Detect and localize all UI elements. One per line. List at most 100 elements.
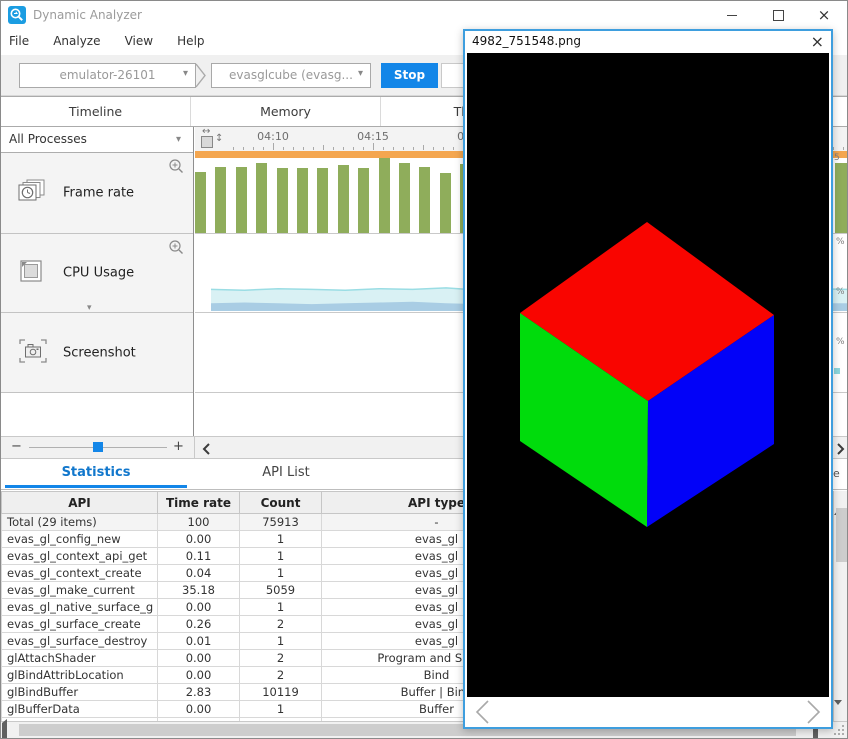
minimize-icon [727, 15, 737, 16]
table-cell: evas_gl_surface_create [2, 616, 158, 633]
chevron-down-icon: ▾ [176, 127, 181, 152]
zoom-slider-thumb[interactable] [93, 442, 103, 452]
viewer-close-button[interactable]: × [811, 31, 824, 53]
ruler-tick [263, 147, 264, 150]
application-dropdown[interactable]: evasglcube (evasg... ▾ [211, 63, 371, 88]
zoom-in-icon[interactable] [168, 239, 185, 260]
table-cell: 75913 [240, 514, 322, 531]
zoom-in-button[interactable]: + [173, 439, 184, 454]
table-cell: glBufferData [2, 701, 158, 718]
table-cell: evas_gl_surface_destroy [2, 633, 158, 650]
screenshot-label: Screenshot [63, 345, 136, 360]
column-header-time-rate[interactable]: Time rate [158, 492, 240, 514]
main-window: Dynamic Analyzer × File Analyze View Hel… [0, 0, 848, 739]
tab-label-fragment: e [833, 467, 840, 480]
ruler-tick [313, 147, 314, 150]
tab-timeline[interactable]: Timeline [1, 97, 191, 126]
ruler-tick [283, 147, 284, 150]
table-cell: 0.00 [158, 599, 240, 616]
menu-analyze[interactable]: Analyze [53, 29, 100, 54]
tab-memory[interactable]: Memory [191, 97, 381, 126]
device-dropdown[interactable]: emulator-26101 ▾ [19, 63, 196, 88]
process-filter-value: All Processes [9, 132, 87, 146]
frame-rate-bar [277, 168, 288, 233]
column-header-api[interactable]: API [2, 492, 158, 514]
app-logo-icon [8, 6, 26, 24]
collapse-arrow-icon[interactable]: ▾ [87, 304, 92, 313]
device-dropdown-value: emulator-26101 [59, 68, 155, 82]
ruler-label: 04:10 [253, 130, 293, 143]
menu-help[interactable]: Help [177, 29, 204, 54]
process-filter-dropdown[interactable]: All Processes ▾ [1, 127, 193, 153]
ruler-tick [433, 147, 434, 150]
ruler-tick [413, 147, 414, 150]
menu-view[interactable]: View [125, 29, 153, 54]
column-header-count[interactable]: Count [240, 492, 322, 514]
ruler-tick [253, 147, 254, 150]
triangle-left-icon [2, 719, 7, 739]
ruler-tick [833, 147, 834, 150]
zoom-out-button[interactable]: − [11, 439, 22, 454]
tab-api-list[interactable]: API List [191, 459, 381, 487]
ruler-tick [233, 147, 234, 150]
table-cell: 1 [240, 565, 322, 582]
timeline-left-panel: All Processes ▾ Frame rate [1, 127, 194, 436]
ruler-tick [453, 147, 454, 150]
ruler-tick [363, 147, 364, 150]
close-icon: × [818, 8, 831, 23]
table-cell: 0.01 [158, 633, 240, 650]
stop-button[interactable]: Stop [381, 63, 438, 88]
next-screenshot-button[interactable] [805, 699, 823, 729]
scroll-down-arrow[interactable] [834, 705, 848, 721]
range-box-icon [201, 136, 213, 148]
frame-rate-bar [379, 158, 390, 233]
table-cell: glAttachShader [2, 650, 158, 667]
scroll-left-arrow[interactable] [201, 441, 212, 460]
vertical-scrollbar-thumb[interactable] [836, 508, 847, 562]
ruler-tick [393, 147, 394, 150]
divider [194, 437, 195, 458]
maximize-icon [773, 10, 784, 21]
frame-rate-bar [338, 165, 349, 233]
frame-rate-row-header[interactable]: Frame rate [1, 153, 193, 234]
cpu-usage-label: CPU Usage [63, 266, 134, 281]
table-cell: 5059 [240, 582, 322, 599]
previous-screenshot-button[interactable] [473, 699, 491, 729]
minimize-button[interactable] [709, 1, 755, 29]
table-cell: 1 [240, 531, 322, 548]
menu-file[interactable]: File [9, 29, 29, 54]
table-cell: evas_gl_native_surface_g [2, 599, 158, 616]
ruler-tick [383, 147, 384, 150]
scroll-left-arrow[interactable] [2, 723, 18, 737]
application-dropdown-value: evasglcube (evasg... [229, 68, 353, 82]
viewer-title-bar[interactable]: 4982_751548.png × [465, 31, 831, 53]
table-cell: 0.11 [158, 548, 240, 565]
table-vertical-scrollbar[interactable] [833, 491, 848, 721]
screenshot-image [467, 53, 829, 697]
ruler-tick [443, 147, 444, 150]
table-cell: 2 [240, 667, 322, 684]
title-bar[interactable]: Dynamic Analyzer × [1, 1, 847, 29]
close-button[interactable]: × [801, 1, 847, 29]
zoom-in-icon[interactable] [168, 158, 185, 179]
frame-rate-bar [399, 163, 410, 233]
ruler-tick [333, 147, 334, 150]
cpu-usage-row-header[interactable]: CPU Usage ▾ [1, 234, 193, 313]
scroll-up-arrow[interactable] [834, 491, 848, 507]
maximize-button[interactable] [755, 1, 801, 29]
table-cell: 0.26 [158, 616, 240, 633]
scroll-right-arrow[interactable] [835, 441, 846, 460]
table-cell: 0.00 [158, 531, 240, 548]
range-selector-icon[interactable]: ↔ ↕ [200, 129, 226, 150]
vertical-arrows-icon: ↕ [215, 133, 223, 144]
table-cell: 2 [240, 616, 322, 633]
table-cell: 35.18 [158, 582, 240, 599]
axis-percent-label: % [836, 237, 845, 247]
ruler-tick [373, 143, 374, 150]
tab-statistics[interactable]: Statistics [1, 459, 191, 487]
frame-rate-bar [215, 167, 226, 233]
screenshot-row-header[interactable]: Screenshot [1, 313, 193, 393]
table-cell: 1 [240, 701, 322, 718]
resize-grip[interactable] [834, 725, 844, 735]
screenshot-viewer-window: 4982_751548.png × [463, 29, 833, 729]
